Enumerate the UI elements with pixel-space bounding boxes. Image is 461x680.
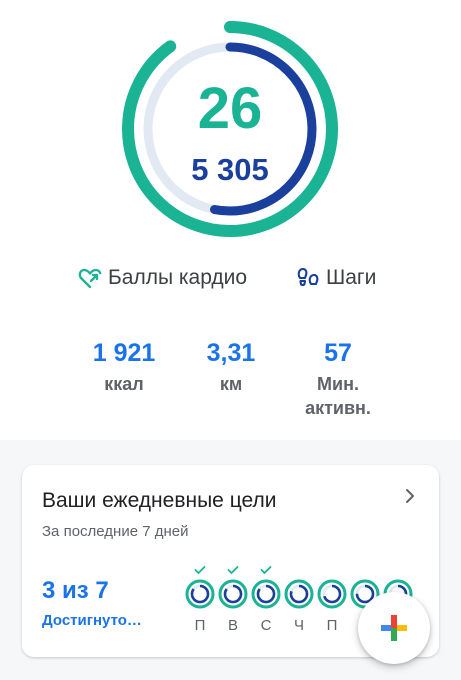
- chevron-right-icon[interactable]: [403, 487, 417, 505]
- footsteps-icon: [297, 267, 319, 287]
- day-goal-ring: [284, 579, 314, 609]
- check-icon: [260, 566, 272, 575]
- day-goal-ring: [185, 579, 215, 609]
- cardio-points-value: 26: [197, 76, 263, 141]
- distance-label: км: [219, 373, 243, 394]
- activity-rings[interactable]: 26 5 305: [120, 16, 340, 242]
- day-label: П: [194, 617, 206, 634]
- add-button[interactable]: [358, 592, 430, 664]
- check-icon: [227, 566, 239, 575]
- plus-icon: [381, 615, 407, 641]
- legend-cardio-label: Баллы кардио: [108, 266, 248, 289]
- check-icon: [194, 566, 206, 575]
- day-label: В: [227, 617, 238, 634]
- day-goal-ring: [317, 579, 347, 609]
- active-minutes-label-line2: активн.: [305, 397, 371, 418]
- legend-steps: Шаги: [296, 266, 376, 290]
- day-goal-ring: [218, 579, 248, 609]
- active-minutes-value: 57: [324, 339, 352, 367]
- goals-achieved-count: 3 из 7: [42, 577, 109, 604]
- calories-label: ккал: [104, 373, 144, 394]
- calories-value: 1 921: [92, 339, 156, 367]
- day-label: П: [326, 617, 338, 634]
- active-minutes-label: Мин. активн.: [278, 372, 398, 421]
- legend-steps-label: Шаги: [326, 266, 377, 289]
- stat-distance[interactable]: 3,31 км: [171, 339, 291, 396]
- stat-calories[interactable]: 1 921 ккал: [64, 339, 184, 396]
- legend-cardio: Баллы кардио: [78, 266, 247, 290]
- goals-card-subtitle: За последние 7 дней: [42, 523, 189, 540]
- day-label: С: [260, 617, 272, 634]
- steps-value: 5 305: [191, 152, 269, 187]
- rings-legend: Баллы кардио Шаги: [0, 266, 461, 298]
- active-minutes-label-line1: Мин.: [317, 373, 359, 394]
- goals-card-title: Ваши ежедневные цели: [42, 489, 277, 512]
- activity-summary: 26 5 305 Баллы кардио Шаги 1 921 ккал 3,…: [0, 0, 461, 440]
- distance-value: 3,31: [206, 339, 256, 367]
- stat-active-minutes[interactable]: 57 Мин. активн.: [278, 339, 398, 421]
- day-goal-ring: [251, 579, 281, 609]
- goals-achieved-label: Достигнуто…: [42, 612, 142, 629]
- day-label: Ч: [294, 617, 304, 634]
- heart-arrow-icon: [78, 268, 102, 289]
